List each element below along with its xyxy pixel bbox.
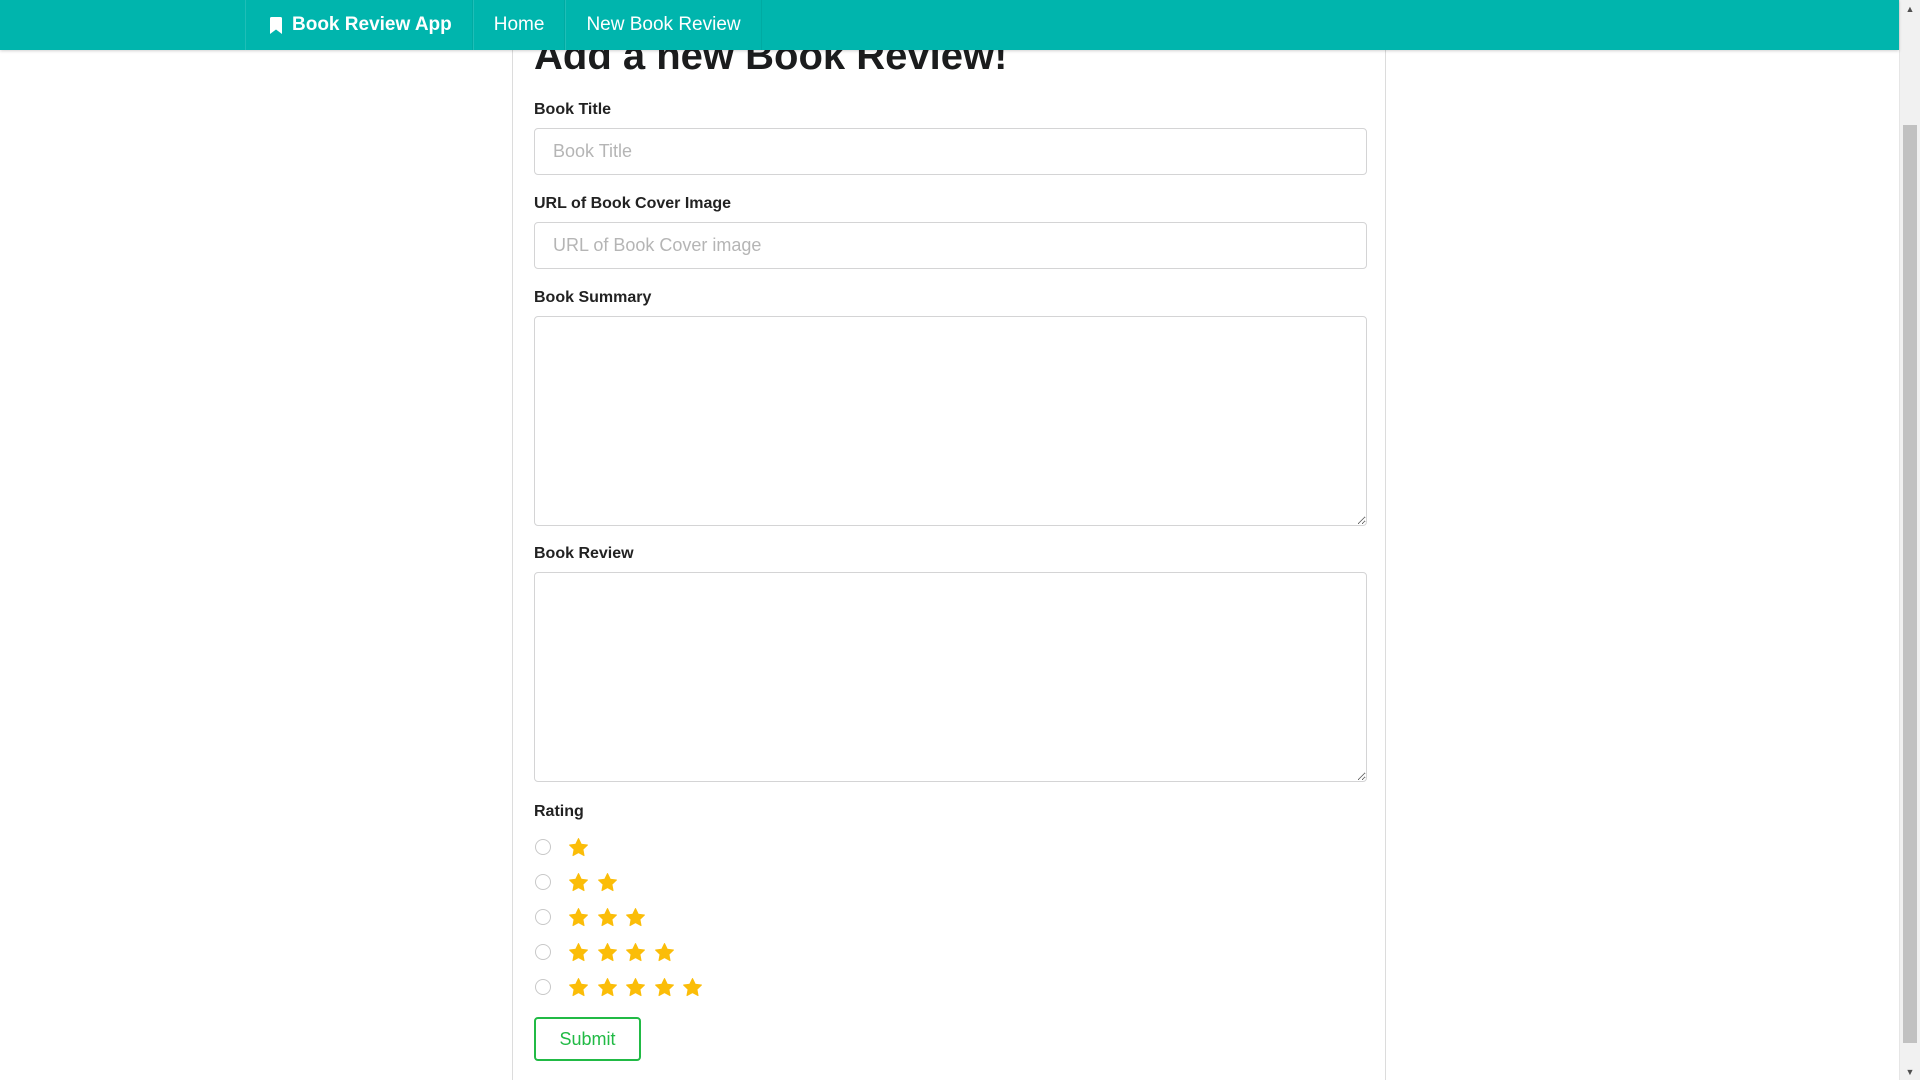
cover-url-label: URL of Book Cover Image [534, 195, 732, 212]
star-icon [568, 942, 589, 963]
star-icon [654, 977, 675, 998]
star-icon [625, 977, 646, 998]
book-review-label: Book Review [534, 545, 634, 562]
star-icon [568, 837, 589, 858]
page: Book Review App Home New Book Review Add… [0, 0, 1920, 1080]
rating-radio-1[interactable] [535, 839, 551, 855]
cover-url-input[interactable] [534, 222, 1367, 269]
navbar-menu: Book Review App Home New Book Review [245, 0, 762, 50]
rating-option-5[interactable] [534, 975, 711, 999]
rating-stars [568, 872, 625, 893]
scrollbar-thumb[interactable] [1903, 125, 1917, 1043]
rating-radio-3[interactable] [535, 909, 551, 925]
main-container: Add a new Book Review! Book Title URL of… [512, 0, 1386, 1080]
rating-option-3[interactable] [534, 905, 654, 929]
star-icon [654, 942, 675, 963]
scroll-up-arrow-icon[interactable]: ▲ [1900, 0, 1920, 17]
nav-item-new-book-review[interactable]: New Book Review [565, 0, 762, 50]
top-navbar: Book Review App Home New Book Review [0, 0, 1899, 50]
star-icon [597, 907, 618, 928]
star-icon [597, 942, 618, 963]
rating-option-2[interactable] [534, 870, 625, 894]
book-summary-textarea[interactable] [534, 316, 1367, 526]
brand-label: Book Review App [292, 14, 452, 35]
rating-radio-4[interactable] [535, 944, 551, 960]
bookmark-icon [270, 16, 282, 34]
scroll-down-arrow-icon[interactable]: ▼ [1900, 1063, 1920, 1080]
star-icon [625, 942, 646, 963]
rating-option-4[interactable] [534, 940, 682, 964]
star-icon [568, 907, 589, 928]
vertical-scrollbar[interactable]: ▲ ▼ [1899, 0, 1920, 1080]
star-icon [597, 872, 618, 893]
nav-item-label: Home [493, 14, 545, 35]
book-title-input[interactable] [534, 128, 1367, 175]
star-icon [568, 977, 589, 998]
brand-link[interactable]: Book Review App [245, 0, 473, 50]
rating-stars [568, 837, 597, 858]
rating-option-1[interactable] [534, 835, 597, 859]
rating-stars [568, 907, 654, 928]
rating-label: Rating [534, 803, 584, 820]
star-icon [568, 872, 589, 893]
star-icon [597, 977, 618, 998]
rating-stars [568, 977, 711, 998]
star-icon [682, 977, 703, 998]
rating-stars [568, 942, 682, 963]
rating-radio-2[interactable] [535, 874, 551, 890]
nav-item-label: New Book Review [586, 14, 741, 35]
book-review-textarea[interactable] [534, 572, 1367, 782]
submit-button[interactable]: Submit [534, 1017, 641, 1061]
book-title-label: Book Title [534, 101, 612, 118]
book-summary-label: Book Summary [534, 289, 652, 306]
star-icon [625, 907, 646, 928]
nav-item-home[interactable]: Home [472, 0, 566, 50]
rating-radio-5[interactable] [535, 979, 551, 995]
